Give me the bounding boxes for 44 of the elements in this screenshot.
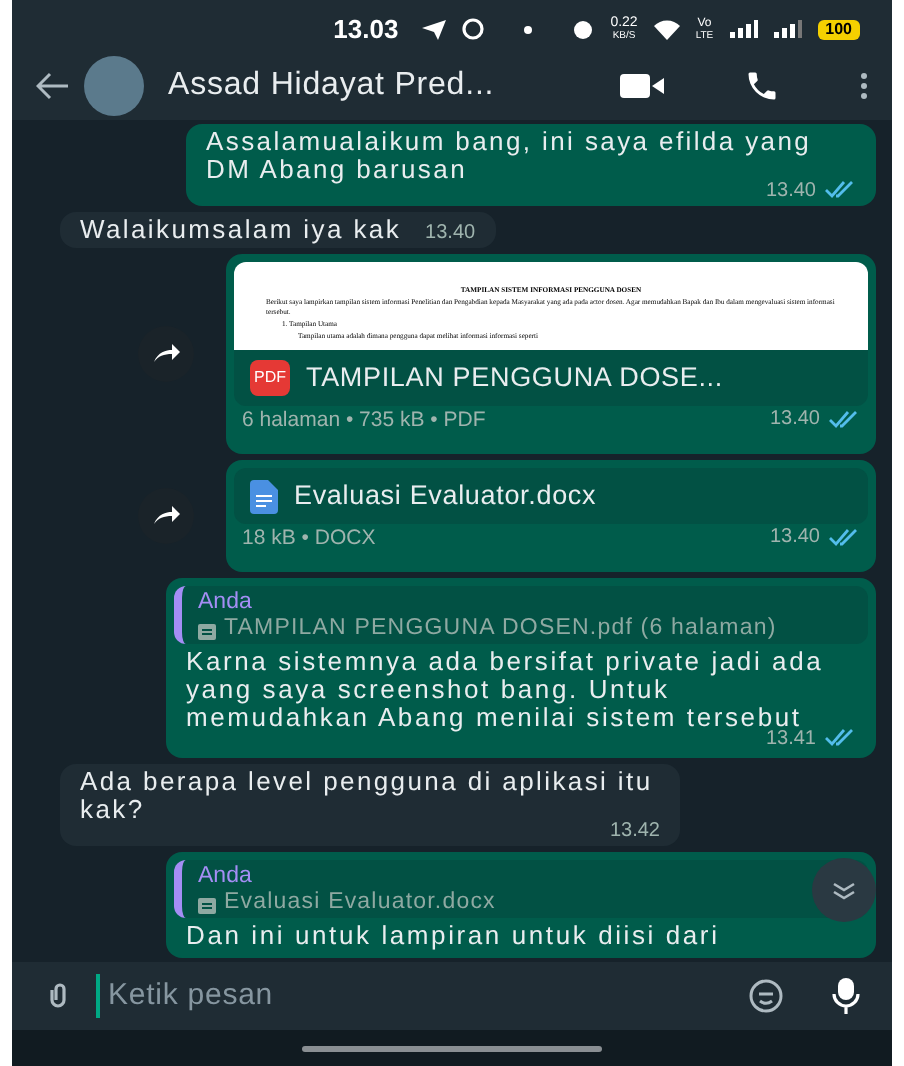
message-text: Walaikumsalam iya kak (80, 216, 402, 244)
forward-arrow-icon (152, 506, 180, 526)
quoted-message[interactable]: Anda TAMPILAN PENGGUNA DOSEN.pdf (6 halaman) (174, 586, 868, 644)
document-icon (198, 898, 216, 914)
back-arrow-icon[interactable] (36, 71, 68, 99)
wifi-icon (653, 19, 680, 39)
message-text: Dan ini untuk lampiran untuk diisi dari (186, 922, 720, 950)
forward-button[interactable] (138, 488, 194, 544)
message-time: 13.40 (425, 219, 476, 247)
message-time: 13.40 (769, 524, 820, 553)
file-meta: 6 halaman • 735 kB • PDF (242, 406, 486, 437)
attachment-icon[interactable] (44, 982, 72, 1010)
quoted-author: Anda (198, 590, 254, 616)
more-menu-icon[interactable] (860, 71, 868, 99)
message-bar[interactable]: Ketik pesan (12, 962, 892, 1030)
signal-icon (729, 20, 758, 38)
quoted-text: Evaluasi Evaluator.docx (224, 890, 496, 914)
contact-name[interactable]: Assad Hidayat Pred... (168, 61, 495, 109)
message-time: 13.40 (769, 406, 820, 435)
microphone-icon[interactable] (832, 978, 860, 1014)
document-icon (198, 624, 216, 640)
file-meta: 18 kB • DOCX (242, 524, 376, 555)
file-name: Evaluasi Evaluator.docx (294, 478, 597, 514)
quoted-message[interactable]: Anda Evaluasi Evaluator.docx (174, 860, 868, 918)
file-name: TAMPILAN PENGGUNA DOSE... (306, 360, 723, 396)
quoted-author: Anda (198, 864, 254, 890)
battery-indicator: 100 (817, 19, 860, 39)
message-text: Karna sistemnya ada bersifat private jadi ada yang saya screenshot bang. Untuk memudahkan Abang menilai sistem tersebut (186, 648, 826, 732)
forward-arrow-icon (152, 344, 180, 364)
video-call-icon[interactable] (620, 73, 664, 97)
status-time: 13.03 (333, 11, 399, 48)
message-time: 13.41 (765, 727, 816, 753)
signal-icon (773, 20, 802, 38)
emoji-icon[interactable] (748, 978, 784, 1014)
avatar-placeholder[interactable] (84, 55, 144, 115)
file-row[interactable]: Evaluasi Evaluator.docx (234, 468, 868, 525)
phone-call-icon[interactable] (744, 67, 780, 103)
forward-button[interactable] (138, 326, 194, 382)
send-icon (422, 19, 447, 39)
file-row[interactable]: PDF TAMPILAN PENGGUNA DOSE... (234, 350, 868, 407)
document-file-icon (250, 479, 278, 514)
double-chevron-down-icon (832, 881, 856, 899)
pdf-file-icon: PDF (250, 360, 290, 397)
quoted-text: TAMPILAN PENGGUNA DOSEN.pdf (6 halaman) (224, 616, 777, 640)
